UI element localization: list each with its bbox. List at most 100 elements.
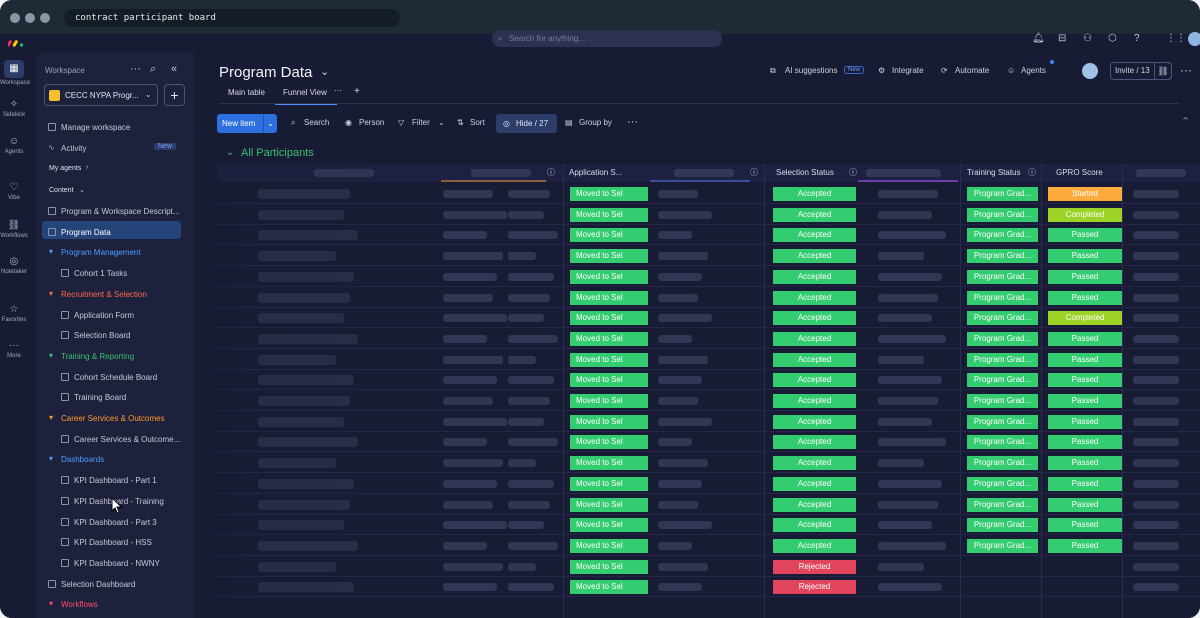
application-status-pill[interactable]: Moved to Sel <box>570 435 648 450</box>
close-window-dot[interactable] <box>10 13 20 23</box>
selection-status-pill[interactable]: Accepted <box>773 249 856 264</box>
chevron-down-icon[interactable]: ⌄ <box>263 114 277 133</box>
application-status-pill[interactable]: Moved to Sel <box>570 497 648 512</box>
gpro-score-pill[interactable]: Completed <box>1048 311 1122 326</box>
gpro-score-pill[interactable]: Passed <box>1048 290 1122 305</box>
address-bar[interactable]: contract participant board <box>64 9 400 27</box>
rail-favorites[interactable]: ☆ Favorites <box>0 304 28 323</box>
search-button[interactable]: Search <box>304 118 329 127</box>
application-status-pill[interactable]: Moved to Sel <box>570 518 648 533</box>
more-options-icon[interactable]: ··· <box>1180 63 1192 77</box>
automate-button[interactable]: Automate <box>955 66 989 75</box>
content-heading[interactable]: Content <box>49 187 74 194</box>
chevron-down-icon[interactable]: ⌄ <box>320 65 329 78</box>
sidebar-folder[interactable]: ▾ Training & Reporting <box>36 351 186 367</box>
info-icon[interactable]: ⓘ <box>750 164 762 182</box>
gpro-score-pill[interactable]: Passed <box>1048 373 1122 388</box>
sidebar-item[interactable]: KPI Dashboard - NWNY <box>36 558 186 574</box>
training-status-pill[interactable]: Program Grad... <box>967 269 1038 284</box>
selection-status-pill[interactable]: Accepted <box>773 187 856 201</box>
application-status-pill[interactable]: Moved to Sel <box>570 187 648 201</box>
gpro-score-pill[interactable]: Passed <box>1048 394 1122 408</box>
collapse-sidebar-icon[interactable]: « <box>171 63 177 75</box>
avatar[interactable] <box>1188 32 1200 46</box>
selection-status-pill[interactable]: Accepted <box>773 373 856 388</box>
sidebar-item[interactable]: KPI Dashboard - Part 3 <box>36 517 186 533</box>
tab-options-icon[interactable]: ··· <box>334 86 342 95</box>
column-gpro-score[interactable]: GPRO Score <box>1056 164 1103 182</box>
column-training-status[interactable]: Training Status <box>967 164 1021 182</box>
rail-agents[interactable]: ☺ Agents <box>0 136 28 155</box>
minimize-window-dot[interactable] <box>25 13 35 23</box>
notifications-icon[interactable]: 🔔︎ <box>1032 33 1045 44</box>
more-options-icon[interactable]: ··· <box>627 116 638 128</box>
training-status-pill[interactable]: Program Grad... <box>967 476 1038 491</box>
training-status-pill[interactable]: Program Grad... <box>967 538 1038 553</box>
training-status-pill[interactable]: Program Grad... <box>967 249 1038 264</box>
link-icon[interactable]: ⛓ <box>1154 62 1172 80</box>
selection-status-pill[interactable]: Accepted <box>773 311 856 326</box>
selection-status-pill[interactable]: Accepted <box>773 476 856 491</box>
selection-status-pill[interactable]: Accepted <box>773 269 856 284</box>
rail-workflows[interactable]: ⛓ Workflows <box>0 220 28 239</box>
selection-status-pill[interactable]: Accepted <box>773 414 856 429</box>
gpro-score-pill[interactable]: Passed <box>1048 352 1122 367</box>
sidebar-folder[interactable]: ▾ Career Services & Outcomes <box>36 413 186 429</box>
training-status-pill[interactable]: Program Grad... <box>967 518 1038 533</box>
sidebar-item[interactable]: KPI Dashboard - Part 1 <box>36 475 186 491</box>
application-status-pill[interactable]: Moved to Sel <box>570 269 648 284</box>
integrate-button[interactable]: Integrate <box>892 66 924 75</box>
selection-status-pill[interactable]: Accepted <box>773 228 856 243</box>
gpro-score-pill[interactable]: Passed <box>1048 228 1122 243</box>
page-title[interactable]: Program Data <box>219 64 312 81</box>
application-status-pill[interactable]: Moved to Sel <box>570 394 648 408</box>
selection-status-pill[interactable]: Accepted <box>773 290 856 305</box>
training-status-pill[interactable]: Program Grad... <box>967 414 1038 429</box>
sidebar-folder[interactable]: ▾ Workflows <box>36 599 186 615</box>
collapse-icon[interactable]: ⌃ <box>1181 115 1190 128</box>
training-status-pill[interactable]: Program Grad... <box>967 228 1038 243</box>
search-icon[interactable]: ⌕ <box>150 63 156 76</box>
hide-button[interactable]: ◎ Hide / 27 <box>496 114 557 133</box>
training-status-pill[interactable]: Program Grad... <box>967 331 1038 346</box>
training-status-pill[interactable]: Program Grad... <box>967 373 1038 388</box>
my-agents-heading[interactable]: My agents <box>49 165 81 172</box>
sort-button[interactable]: Sort <box>470 118 485 127</box>
selection-status-pill[interactable]: Rejected <box>773 559 856 574</box>
gpro-score-pill[interactable]: Completed <box>1048 207 1122 222</box>
application-status-pill[interactable]: Moved to Sel <box>570 352 648 367</box>
application-status-pill[interactable]: Moved to Sel <box>570 580 648 595</box>
group-title[interactable]: All Participants <box>241 147 314 159</box>
invite-members-icon[interactable]: ⚇ <box>1083 33 1092 44</box>
agents-button[interactable]: Agents <box>1021 66 1046 75</box>
selection-status-pill[interactable]: Accepted <box>773 435 856 450</box>
application-status-pill[interactable]: Moved to Sel <box>570 559 648 574</box>
selection-status-pill[interactable]: Accepted <box>773 456 856 471</box>
application-status-pill[interactable]: Moved to Sel <box>570 290 648 305</box>
selection-status-pill[interactable]: Accepted <box>773 207 856 222</box>
training-status-pill[interactable]: Program Grad... <box>967 290 1038 305</box>
selection-status-pill[interactable]: Accepted <box>773 394 856 408</box>
gpro-score-pill[interactable]: Passed <box>1048 476 1122 491</box>
selection-status-pill[interactable]: Accepted <box>773 331 856 346</box>
gpro-score-pill[interactable]: Passed <box>1048 269 1122 284</box>
gpro-score-pill[interactable]: Passed <box>1048 414 1122 429</box>
application-status-pill[interactable]: Moved to Sel <box>570 331 648 346</box>
tab-funnel-view[interactable]: Funnel View <box>283 88 327 97</box>
sidebar-folder[interactable]: ▾ Program Management <box>36 247 186 263</box>
app-switcher-icon[interactable]: ⋮⋮ <box>1166 33 1186 44</box>
rail-workspace[interactable]: ▦ Workspace <box>0 60 30 86</box>
person-button[interactable]: Person <box>359 118 384 127</box>
column-selection-status[interactable]: Selection Status <box>776 164 834 182</box>
application-status-pill[interactable]: Moved to Sel <box>570 456 648 471</box>
sidebar-item[interactable]: Career Services & Outcome... <box>36 434 186 450</box>
column-application-status[interactable]: Application S... <box>569 164 622 182</box>
info-icon[interactable]: ⓘ <box>1028 164 1040 182</box>
add-button[interactable]: + <box>164 84 185 106</box>
sidebar-item[interactable]: Selection Dashboard <box>36 579 186 595</box>
new-item-button[interactable]: New item ⌄ <box>217 114 277 133</box>
workspace-selector[interactable]: CECC NYPA Progr... ⌄ <box>44 84 158 106</box>
application-status-pill[interactable]: Moved to Sel <box>570 373 648 388</box>
chevron-down-icon[interactable]: ⌄ <box>226 147 234 158</box>
monday-logo-icon[interactable] <box>8 37 24 47</box>
